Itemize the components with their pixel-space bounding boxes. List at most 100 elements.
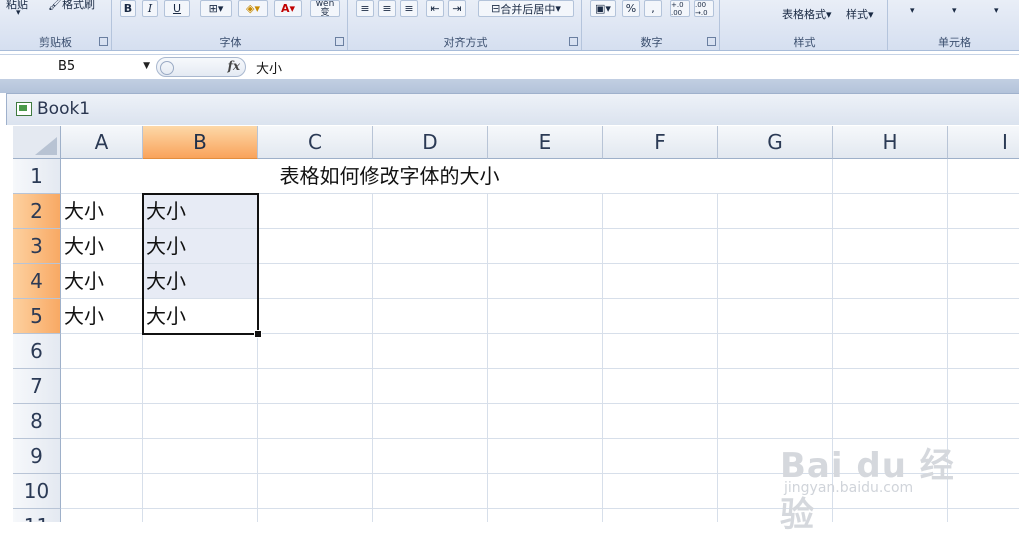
cell-b8[interactable] xyxy=(143,404,258,439)
column-header-e[interactable]: E xyxy=(488,126,603,159)
cell-f6[interactable] xyxy=(603,334,718,369)
cell-e9[interactable] xyxy=(488,439,603,474)
accounting-format-button[interactable]: ▣▾ xyxy=(590,0,616,17)
cell-d11[interactable] xyxy=(373,509,488,522)
italic-button[interactable]: I xyxy=(142,0,158,17)
row-header-9[interactable]: 9 xyxy=(13,439,61,474)
column-header-c[interactable]: C xyxy=(258,126,373,159)
cell-e7[interactable] xyxy=(488,369,603,404)
cell-b4[interactable]: 大小 xyxy=(143,264,258,299)
cell-e8[interactable] xyxy=(488,404,603,439)
cell-c7[interactable] xyxy=(258,369,373,404)
percent-button[interactable]: % xyxy=(622,0,640,17)
border-button[interactable]: ⊞▾ xyxy=(200,0,232,17)
increase-decimal-button[interactable]: +.0 .00 xyxy=(670,0,690,17)
select-all-corner[interactable] xyxy=(13,126,61,159)
fill-handle[interactable] xyxy=(254,330,262,338)
cell-i1[interactable] xyxy=(948,159,1019,194)
column-header-d[interactable]: D xyxy=(373,126,488,159)
cell-a11[interactable] xyxy=(61,509,143,522)
cell-h7[interactable] xyxy=(833,369,948,404)
cell-c9[interactable] xyxy=(258,439,373,474)
decrease-indent-button[interactable]: ⇤ xyxy=(426,0,444,17)
font-color-button[interactable]: A ▾ xyxy=(274,0,302,17)
decrease-decimal-button[interactable]: .00 →.0 xyxy=(694,0,714,17)
clipboard-launcher-icon[interactable] xyxy=(99,37,108,46)
merge-center-button[interactable]: ⊟ 合并后居中 ▾ xyxy=(478,0,574,17)
cell-b10[interactable] xyxy=(143,474,258,509)
expand-handle-icon[interactable] xyxy=(160,61,174,75)
format-dropdown-icon[interactable]: ▾ xyxy=(994,6,999,16)
cell-f5[interactable] xyxy=(603,299,718,334)
cell-e6[interactable] xyxy=(488,334,603,369)
phonetic-button[interactable]: wén 变 xyxy=(310,0,340,17)
cell-h2[interactable] xyxy=(833,194,948,229)
align-left-button[interactable]: ≡ xyxy=(356,0,374,17)
cell-b2[interactable]: 大小 xyxy=(143,194,258,229)
row-header-10[interactable]: 10 xyxy=(13,474,61,509)
cell-h5[interactable] xyxy=(833,299,948,334)
format-as-table-button[interactable]: 表格格式▾ xyxy=(782,6,832,22)
cell-a8[interactable] xyxy=(61,404,143,439)
cell-g2[interactable] xyxy=(718,194,833,229)
align-center-button[interactable]: ≡ xyxy=(378,0,396,17)
cell-a5[interactable]: 大小 xyxy=(61,299,143,334)
cell-f9[interactable] xyxy=(603,439,718,474)
cell-e5[interactable] xyxy=(488,299,603,334)
cell-g6[interactable] xyxy=(718,334,833,369)
cell-f10[interactable] xyxy=(603,474,718,509)
cell-d9[interactable] xyxy=(373,439,488,474)
cell-h6[interactable] xyxy=(833,334,948,369)
cell-e3[interactable] xyxy=(488,229,603,264)
cell-c3[interactable] xyxy=(258,229,373,264)
cell-g4[interactable] xyxy=(718,264,833,299)
column-header-g[interactable]: G xyxy=(718,126,833,159)
cell-e11[interactable] xyxy=(488,509,603,522)
cell-c4[interactable] xyxy=(258,264,373,299)
cell-i7[interactable] xyxy=(948,369,1019,404)
cell-b3[interactable]: 大小 xyxy=(143,229,258,264)
row-header-5[interactable]: 5 xyxy=(13,299,61,334)
row-header-8[interactable]: 8 xyxy=(13,404,61,439)
paste-dropdown-icon[interactable]: ▾ xyxy=(16,8,21,18)
cell-d7[interactable] xyxy=(373,369,488,404)
cell-a3[interactable]: 大小 xyxy=(61,229,143,264)
delete-dropdown-icon[interactable]: ▾ xyxy=(952,6,957,16)
row-header-11[interactable]: 11 xyxy=(13,509,61,522)
alignment-launcher-icon[interactable] xyxy=(569,37,578,46)
cell-f4[interactable] xyxy=(603,264,718,299)
insert-dropdown-icon[interactable]: ▾ xyxy=(910,6,915,16)
cell-i4[interactable] xyxy=(948,264,1019,299)
cell-d3[interactable] xyxy=(373,229,488,264)
cell-a9[interactable] xyxy=(61,439,143,474)
cell-g3[interactable] xyxy=(718,229,833,264)
cell-b7[interactable] xyxy=(143,369,258,404)
cell-d4[interactable] xyxy=(373,264,488,299)
cell-d8[interactable] xyxy=(373,404,488,439)
cell-c10[interactable] xyxy=(258,474,373,509)
cell-f7[interactable] xyxy=(603,369,718,404)
cell-h3[interactable] xyxy=(833,229,948,264)
cell-i2[interactable] xyxy=(948,194,1019,229)
row-header-7[interactable]: 7 xyxy=(13,369,61,404)
cell-b11[interactable] xyxy=(143,509,258,522)
cell-a4[interactable]: 大小 xyxy=(61,264,143,299)
row-header-2[interactable]: 2 xyxy=(13,194,61,229)
column-header-i[interactable]: I xyxy=(948,126,1019,159)
cell-a6[interactable] xyxy=(61,334,143,369)
fill-color-button[interactable]: ◈▾ xyxy=(238,0,268,17)
align-right-button[interactable]: ≡ xyxy=(400,0,418,17)
name-box-dropdown-icon[interactable]: ▼ xyxy=(143,61,150,71)
cell-b5[interactable]: 大小 xyxy=(143,299,258,334)
cell-d6[interactable] xyxy=(373,334,488,369)
cell-i3[interactable] xyxy=(948,229,1019,264)
cell-h4[interactable] xyxy=(833,264,948,299)
column-header-a[interactable]: A xyxy=(61,126,143,159)
cell-c6[interactable] xyxy=(258,334,373,369)
bold-button[interactable]: B xyxy=(120,0,136,17)
cell-b9[interactable] xyxy=(143,439,258,474)
cell-d5[interactable] xyxy=(373,299,488,334)
cell-i5[interactable] xyxy=(948,299,1019,334)
increase-indent-button[interactable]: ⇥ xyxy=(448,0,466,17)
name-box[interactable]: B5 ▼ xyxy=(0,57,152,77)
